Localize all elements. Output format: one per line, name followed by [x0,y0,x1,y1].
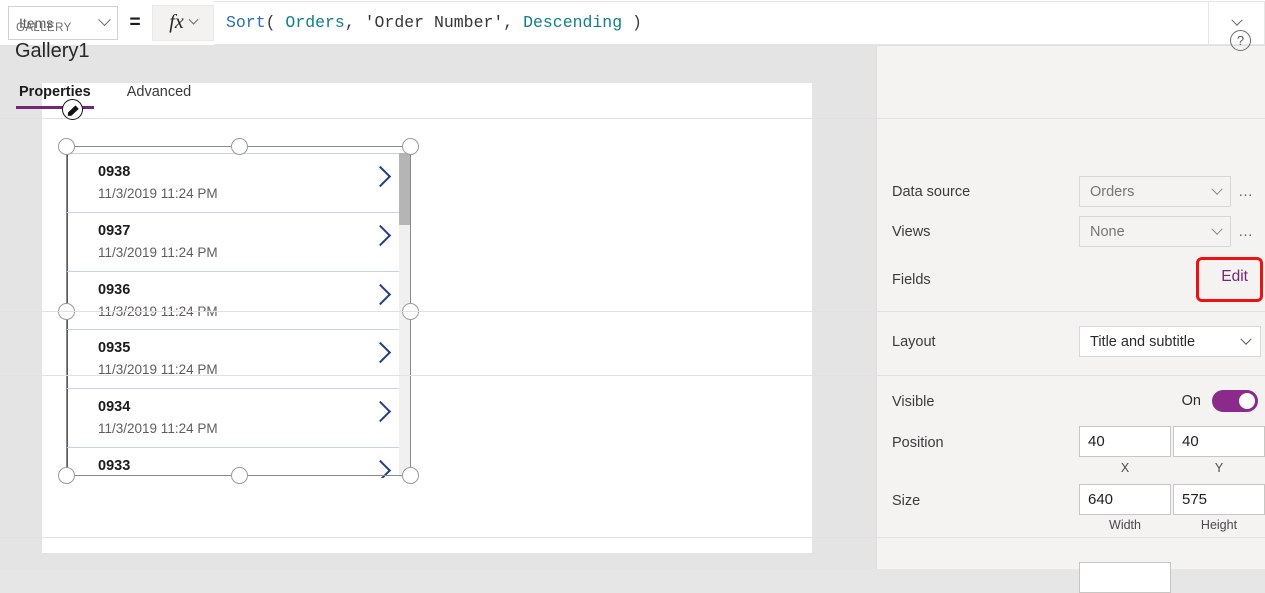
gallery-item-title: 0933 [98,457,410,476]
data-source-dropdown[interactable]: Orders [1079,176,1231,207]
fx-button[interactable]: fx [152,5,214,41]
formula-input[interactable]: Sort( Orders, 'Order Number', Descending… [214,1,1209,45]
size-height-value: 575 [1182,491,1207,508]
workspace: 0938 11/3/2019 11:24 PM 0937 11/3/2019 1… [0,46,876,569]
fx-icon: fx [169,11,183,34]
tab-advanced[interactable]: Advanced [124,79,195,109]
gallery-scrollbar-thumb[interactable] [399,153,410,225]
gallery-item[interactable]: 0933 11/3/2019 11:24 PM [67,447,410,478]
formula-token-punct: ( [266,13,286,32]
size-height-input[interactable]: 575 [1173,484,1265,515]
views-dropdown[interactable]: None [1079,216,1231,247]
data-source-more-button[interactable]: … [1238,183,1255,200]
selection-edge-top [66,146,411,147]
panel-divider [0,311,1265,312]
gallery-item-subtitle: 11/3/2019 11:24 PM [98,243,410,262]
position-y-input[interactable]: 40 [1173,426,1265,457]
panel-control-kind: GALLERY [16,22,72,34]
panel-next-field[interactable] [1079,562,1171,593]
caption-position-y: Y [1173,461,1265,475]
question-mark-icon[interactable]: ? [1230,30,1251,51]
gallery-item-subtitle: 11/3/2019 11:24 PM [98,360,410,379]
visible-toggle-state: On [1182,393,1201,409]
gallery-item[interactable]: 0934 11/3/2019 11:24 PM [67,388,410,447]
chevron-down-icon [1240,333,1251,344]
label-position: Position [892,435,944,451]
panel-divider [0,375,1265,376]
label-data-source: Data source [892,184,970,200]
formula-token-function: Sort [226,13,266,32]
position-y-value: 40 [1182,433,1199,450]
size-width-value: 640 [1088,491,1113,508]
gallery-item-subtitle: 11/3/2019 11:24 PM [98,419,410,438]
label-fields: Fields [892,272,931,288]
chevron-down-icon [98,13,111,26]
gallery-item[interactable]: 0937 11/3/2019 11:24 PM [67,212,410,271]
chevron-down-icon [188,15,198,25]
chevron-down-icon [1211,223,1222,234]
chevron-down-icon [1211,183,1222,194]
app-canvas[interactable]: 0938 11/3/2019 11:24 PM 0937 11/3/2019 1… [42,83,812,553]
gallery-item-title: 0935 [98,339,410,358]
visible-toggle[interactable] [1212,390,1258,412]
panel-control-name: Gallery1 [15,40,89,63]
panel-tabs: Properties Advanced [0,79,1265,119]
formula-token-argument: Orders [285,13,344,32]
gallery-item[interactable]: 0935 11/3/2019 11:24 PM [67,329,410,388]
formula-token-string: 'Order Number' [365,13,504,32]
label-views: Views [892,224,930,240]
equals-sign: = [118,12,152,34]
panel-divider [0,537,1265,538]
caption-size-height: Height [1173,518,1265,532]
views-more-button[interactable]: … [1238,223,1255,240]
gallery-item-subtitle: 11/3/2019 11:24 PM [98,184,410,203]
caption-position-x: X [1079,461,1171,475]
label-layout: Layout [892,334,936,350]
formula-token-punct: , [345,13,365,32]
formula-bar: Items = fx Sort( Orders, 'Order Number',… [0,0,1265,46]
caption-size-width: Width [1079,518,1171,532]
position-x-input[interactable]: 40 [1079,426,1171,457]
data-source-value: Orders [1090,184,1213,200]
gallery-item[interactable]: 0936 11/3/2019 11:24 PM [67,271,410,330]
label-size: Size [892,493,920,509]
gallery-scrollbar-track[interactable] [399,153,410,478]
gallery-item-title: 0934 [98,398,410,417]
chevron-down-icon [1231,14,1242,25]
pencil-edit-icon[interactable] [62,99,83,120]
layout-value: Title and subtitle [1090,334,1242,350]
fields-edit-button[interactable]: Edit [1221,268,1248,286]
label-visible: Visible [892,394,934,410]
views-value: None [1090,224,1213,240]
gallery-item-title: 0937 [98,222,410,241]
gallery-control[interactable]: 0938 11/3/2019 11:24 PM 0937 11/3/2019 1… [67,153,410,478]
formula-token-punct: , [503,13,523,32]
layout-dropdown[interactable]: Title and subtitle [1079,326,1261,357]
size-width-input[interactable]: 640 [1079,484,1171,515]
formula-token-punct: ) [622,13,642,32]
gallery-item-title: 0936 [98,281,410,300]
formula-token-argument: Descending [523,13,622,32]
gallery-item[interactable]: 0938 11/3/2019 11:24 PM [67,153,410,212]
gallery-item-title: 0938 [98,163,410,182]
position-x-value: 40 [1088,433,1105,450]
